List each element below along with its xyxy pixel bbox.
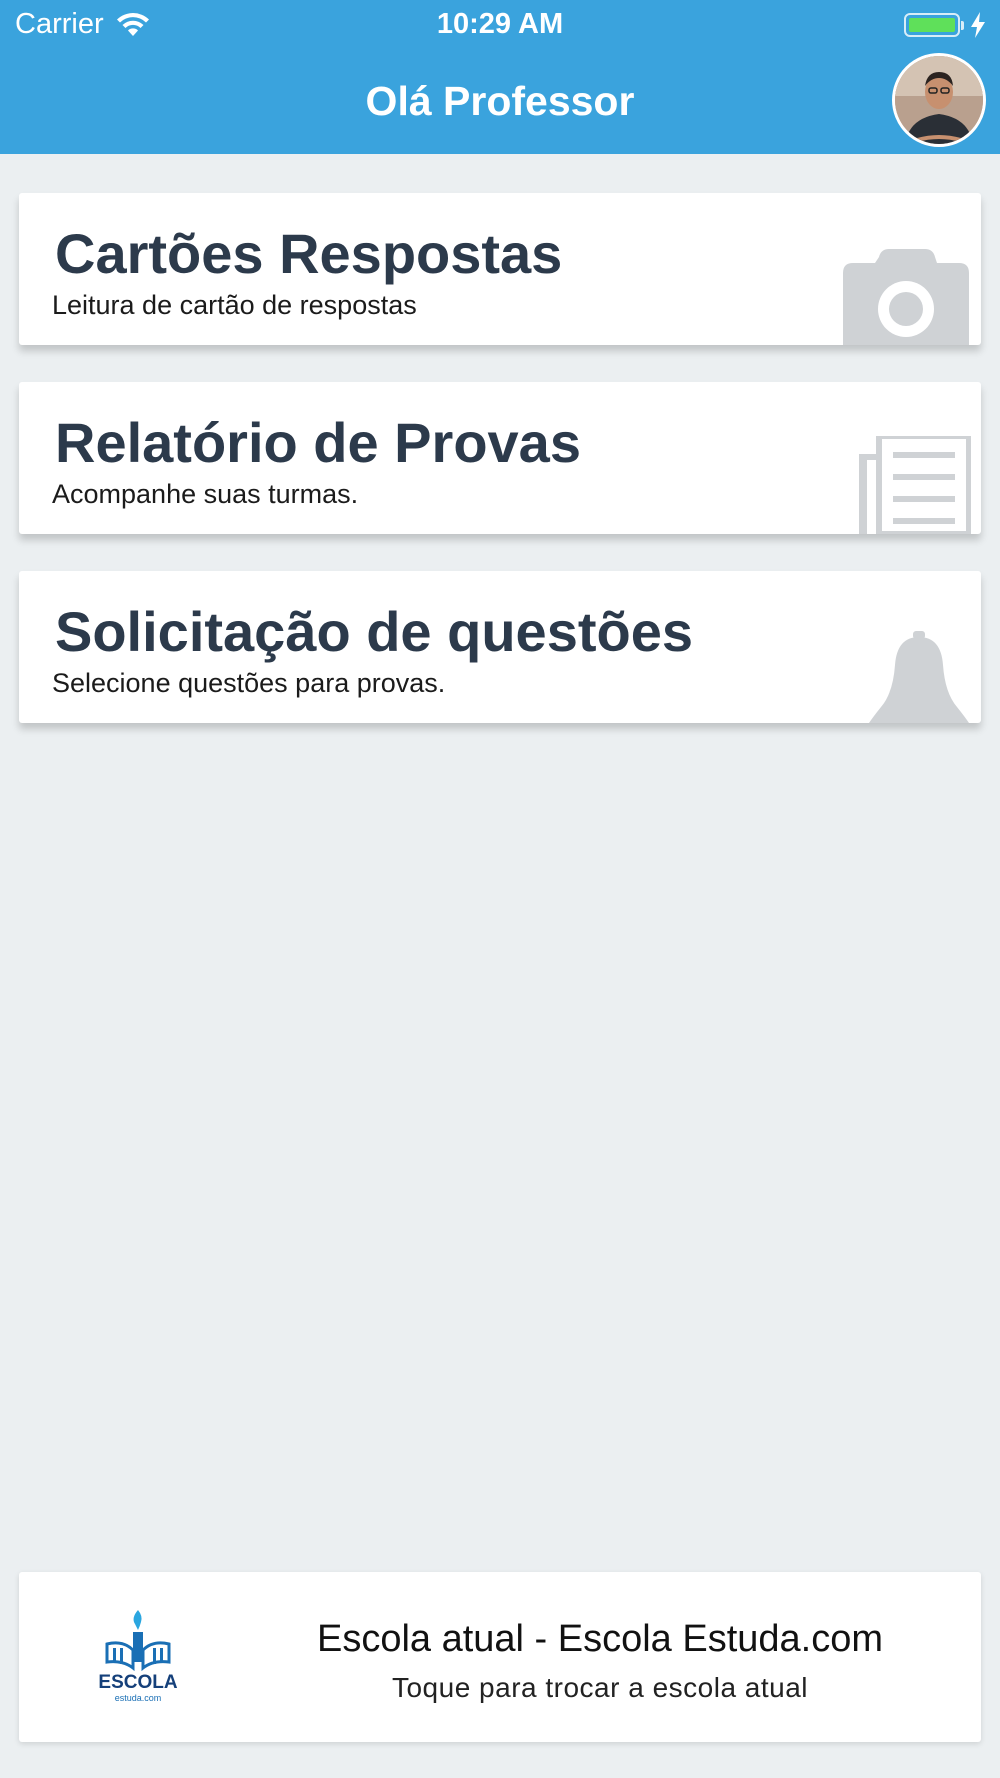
card-title: Solicitação de questões [55,600,693,663]
avatar-photo [895,56,983,144]
school-logo-text: ESCOLA [98,1672,177,1693]
menu-card-exam-reports[interactable]: Relatório de Provas Acompanhe suas turma… [19,382,981,534]
menu-card-question-requests[interactable]: Solicitação de questões Selecione questõ… [19,571,981,723]
card-title: Relatório de Provas [55,411,581,474]
menu-card-answer-sheets[interactable]: Cartões Respostas Leitura de cartão de r… [19,193,981,345]
app-header: Carrier 10:29 AM Olá Professor [0,0,1000,154]
camera-icon [843,249,969,345]
user-avatar[interactable] [892,53,986,147]
card-title: Cartões Respostas [55,222,563,285]
battery-indicator [904,12,986,38]
card-subtitle: Leitura de cartão de respostas [52,290,417,320]
school-logo: ESCOLA estuda.com [98,1610,178,1703]
page-title: Olá Professor [365,78,635,124]
school-logo-subtext: estuda.com [115,1693,162,1703]
card-subtitle: Selecione questões para provas. [52,668,446,698]
card-subtitle: Acompanhe suas turmas. [52,479,359,509]
battery-icon [904,13,960,37]
bell-icon [869,631,969,723]
change-school-hint: Toque para trocar a escola atual [391,1672,809,1703]
school-selector[interactable]: ESCOLA estuda.com Escola atual - Escola … [19,1572,981,1742]
current-school-label: Escola atual - Escola Estuda.com [316,1618,884,1660]
status-time: 10:29 AM [436,8,564,40]
document-icon [859,436,971,534]
bolt-icon [971,12,985,38]
